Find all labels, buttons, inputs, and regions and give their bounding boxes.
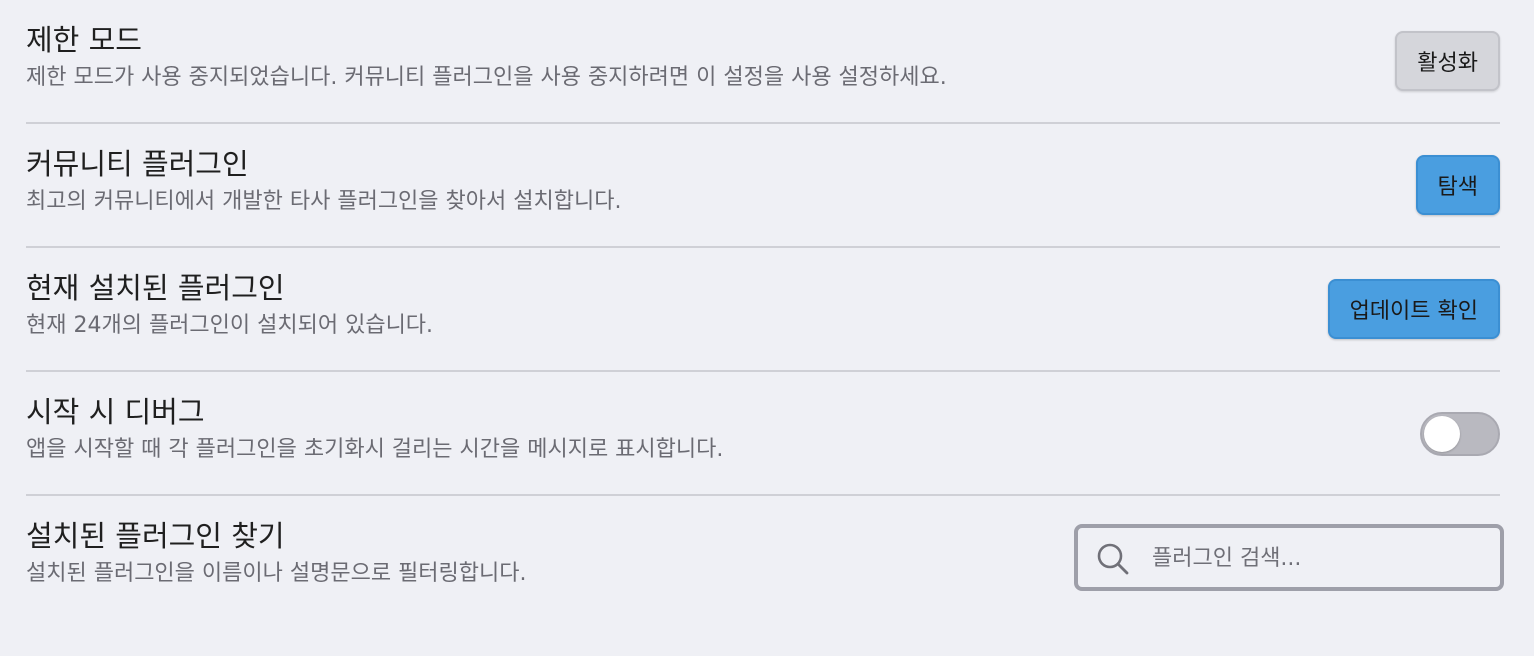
setting-name: 제한 모드 — [26, 23, 142, 57]
setting-control — [1074, 524, 1504, 591]
enable-restricted-mode-button[interactable]: 활성화 — [1395, 31, 1500, 91]
setting-control: 활성화 — [1395, 31, 1500, 91]
setting-name: 시작 시 디버그 — [26, 395, 205, 429]
setting-control — [1420, 412, 1500, 456]
toggle-knob — [1424, 416, 1460, 452]
browse-plugins-button[interactable]: 탐색 — [1415, 155, 1500, 215]
setting-description: 최고의 커뮤니티에서 개발한 타사 플러그인을 찾아서 설치합니다. — [26, 189, 622, 214]
setting-description: 제한 모드가 사용 중지되었습니다. 커뮤니티 플러그인을 사용 중지하려면 이… — [26, 65, 947, 90]
setting-control: 탐색 — [1415, 155, 1500, 215]
setting-info: 현재 설치된 플러그인 현재 24개의 플러그인이 설치되어 있습니다. — [26, 270, 433, 340]
plugin-search-box[interactable] — [1074, 524, 1504, 591]
setting-community-plugins: 커뮤니티 플러그인 최고의 커뮤니티에서 개발한 타사 플러그인을 찾아서 설치… — [26, 124, 1500, 248]
setting-info: 커뮤니티 플러그인 최고의 커뮤니티에서 개발한 타사 플러그인을 찾아서 설치… — [26, 146, 621, 216]
setting-description: 설치된 플러그인을 이름이나 설명문으로 필터링합니다. — [26, 561, 527, 586]
setting-restricted-mode: 제한 모드 제한 모드가 사용 중지되었습니다. 커뮤니티 플러그인을 사용 중… — [26, 0, 1500, 124]
setting-name: 현재 설치된 플러그인 — [26, 271, 285, 305]
debug-startup-toggle[interactable] — [1420, 412, 1500, 456]
setting-info: 시작 시 디버그 앱을 시작할 때 각 플러그인을 초기화시 걸리는 시간을 메… — [26, 394, 723, 464]
plugin-search-input[interactable] — [1150, 528, 1490, 589]
plugin-settings-panel: 제한 모드 제한 모드가 사용 중지되었습니다. 커뮤니티 플러그인을 사용 중… — [26, 0, 1504, 620]
setting-info: 설치된 플러그인 찾기 설치된 플러그인을 이름이나 설명문으로 필터링합니다. — [26, 518, 527, 588]
setting-description: 앱을 시작할 때 각 플러그인을 초기화시 걸리는 시간을 메시지로 표시합니다… — [26, 437, 724, 462]
setting-control: 업데이트 확인 — [1327, 279, 1500, 339]
setting-debug-startup: 시작 시 디버그 앱을 시작할 때 각 플러그인을 초기화시 걸리는 시간을 메… — [26, 372, 1500, 496]
setting-search-plugins: 설치된 플러그인 찾기 설치된 플러그인을 이름이나 설명문으로 필터링합니다. — [26, 496, 1504, 620]
setting-name: 커뮤니티 플러그인 — [26, 147, 249, 181]
setting-installed-plugins: 현재 설치된 플러그인 현재 24개의 플러그인이 설치되어 있습니다. 업데이… — [26, 248, 1500, 372]
check-updates-button[interactable]: 업데이트 확인 — [1327, 279, 1500, 339]
search-icon — [1097, 543, 1129, 575]
setting-name: 설치된 플러그인 찾기 — [26, 519, 285, 553]
setting-description: 현재 24개의 플러그인이 설치되어 있습니다. — [26, 313, 434, 338]
setting-info: 제한 모드 제한 모드가 사용 중지되었습니다. 커뮤니티 플러그인을 사용 중… — [26, 22, 947, 92]
